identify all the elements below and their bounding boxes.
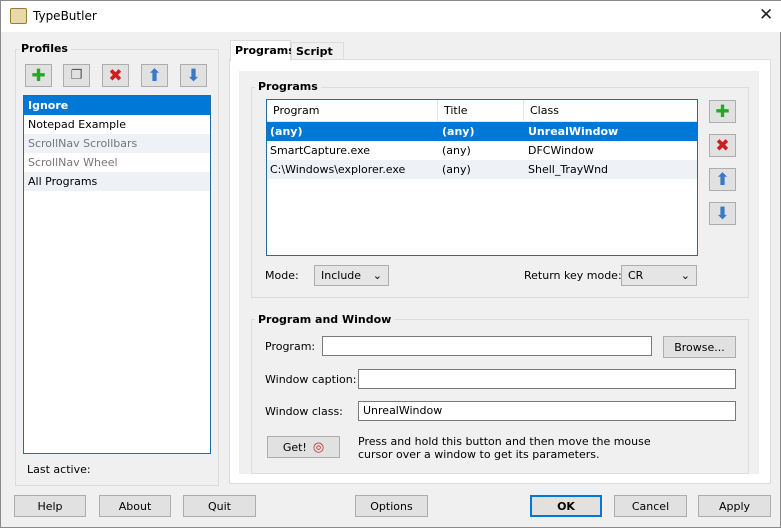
tab-script[interactable]: Script bbox=[291, 42, 344, 60]
profiles-list[interactable]: Ignore Notepad Example ScrollNav Scrollb… bbox=[23, 95, 211, 454]
add-profile-button[interactable]: ✚ bbox=[25, 64, 52, 87]
move-up-program-button[interactable]: ⬆ bbox=[709, 168, 736, 191]
cell-class: UnrealWindow bbox=[528, 125, 619, 138]
move-down-program-button[interactable]: ⬇ bbox=[709, 202, 736, 225]
programs-table[interactable]: Program Title Class (any) (any) UnrealWi… bbox=[266, 99, 698, 256]
quit-button[interactable]: Quit bbox=[183, 495, 256, 517]
plus-icon: ✚ bbox=[715, 101, 730, 122]
table-header: Program Title Class bbox=[267, 100, 697, 122]
close-icon[interactable]: ✕ bbox=[759, 5, 773, 25]
hint-line-2: cursor over a window to get its paramete… bbox=[358, 448, 600, 461]
column-header-title[interactable]: Title bbox=[438, 100, 524, 121]
programs-group-label: Programs bbox=[255, 80, 321, 93]
column-header-class[interactable]: Class bbox=[524, 100, 559, 121]
program-label: Program: bbox=[265, 340, 316, 353]
table-row[interactable]: C:\Windows\explorer.exe (any) Shell_Tray… bbox=[267, 160, 697, 179]
mode-label: Mode: bbox=[265, 269, 299, 282]
profile-item[interactable]: Ignore bbox=[24, 96, 210, 115]
app-icon bbox=[10, 8, 27, 24]
arrow-up-icon: ⬆ bbox=[147, 65, 162, 86]
mode-value: Include bbox=[321, 269, 362, 282]
cell-title: (any) bbox=[442, 163, 471, 176]
window-class-input[interactable]: UnrealWindow bbox=[358, 401, 736, 421]
hint-line-1: Press and hold this button and then move… bbox=[358, 435, 651, 448]
apply-button[interactable]: Apply bbox=[698, 495, 771, 517]
get-label: Get! bbox=[282, 440, 307, 454]
cell-title: (any) bbox=[442, 125, 475, 138]
column-header-program[interactable]: Program bbox=[267, 100, 438, 121]
profile-item[interactable]: ScrollNav Wheel bbox=[24, 153, 210, 172]
mode-select[interactable]: Include ⌄ bbox=[314, 265, 389, 286]
cell-class: DFCWindow bbox=[528, 144, 594, 157]
browse-button[interactable]: Browse... bbox=[663, 336, 736, 358]
help-button[interactable]: Help bbox=[14, 495, 86, 517]
table-row[interactable]: (any) (any) UnrealWindow bbox=[267, 122, 697, 141]
arrow-down-icon: ⬇ bbox=[715, 203, 730, 224]
move-down-profile-button[interactable]: ⬇ bbox=[180, 64, 207, 87]
get-button[interactable]: Get! ◎ bbox=[267, 436, 340, 458]
target-icon: ◎ bbox=[312, 439, 325, 455]
about-button[interactable]: About bbox=[99, 495, 171, 517]
return-key-mode-select[interactable]: CR ⌄ bbox=[621, 265, 697, 286]
plus-icon: ✚ bbox=[31, 65, 46, 86]
profile-item[interactable]: Notepad Example bbox=[24, 115, 210, 134]
delete-icon: ✖ bbox=[715, 135, 730, 156]
cell-program: SmartCapture.exe bbox=[270, 144, 371, 157]
cell-title: (any) bbox=[442, 144, 471, 157]
cell-program: C:\Windows\explorer.exe bbox=[270, 163, 406, 176]
program-input[interactable] bbox=[322, 336, 652, 356]
add-program-button[interactable]: ✚ bbox=[709, 100, 736, 123]
cell-program: (any) bbox=[270, 125, 303, 138]
window-class-label: Window class: bbox=[265, 405, 343, 418]
options-button[interactable]: Options bbox=[355, 495, 428, 517]
copy-profile-button[interactable]: ❐ bbox=[63, 64, 90, 87]
return-key-mode-value: CR bbox=[628, 269, 644, 282]
delete-program-button[interactable]: ✖ bbox=[709, 134, 736, 157]
program-window-label: Program and Window bbox=[255, 313, 395, 326]
ok-button[interactable]: OK bbox=[530, 495, 602, 517]
profile-item[interactable]: All Programs bbox=[24, 172, 210, 191]
chevron-down-icon: ⌄ bbox=[372, 269, 382, 282]
last-active-label: Last active: bbox=[27, 463, 91, 476]
window-caption-input[interactable] bbox=[358, 369, 736, 389]
chevron-down-icon: ⌄ bbox=[680, 269, 690, 282]
move-up-profile-button[interactable]: ⬆ bbox=[141, 64, 168, 87]
delete-profile-button[interactable]: ✖ bbox=[102, 64, 129, 87]
arrow-up-icon: ⬆ bbox=[715, 169, 730, 190]
return-key-mode-label: Return key mode: bbox=[524, 269, 622, 282]
copy-icon: ❐ bbox=[70, 68, 83, 83]
profile-item[interactable]: ScrollNav Scrollbars bbox=[24, 134, 210, 153]
profiles-label: Profiles bbox=[18, 42, 71, 55]
title-bar bbox=[1, 1, 781, 32]
cancel-button[interactable]: Cancel bbox=[614, 495, 687, 517]
window-caption-label: Window caption: bbox=[265, 373, 357, 386]
arrow-down-icon: ⬇ bbox=[186, 65, 201, 86]
tab-programs[interactable]: Programs bbox=[230, 40, 295, 61]
table-row[interactable]: SmartCapture.exe (any) DFCWindow bbox=[267, 141, 697, 160]
window-title: TypeButler bbox=[33, 9, 97, 23]
delete-icon: ✖ bbox=[108, 65, 123, 86]
cell-class: Shell_TrayWnd bbox=[528, 163, 609, 176]
